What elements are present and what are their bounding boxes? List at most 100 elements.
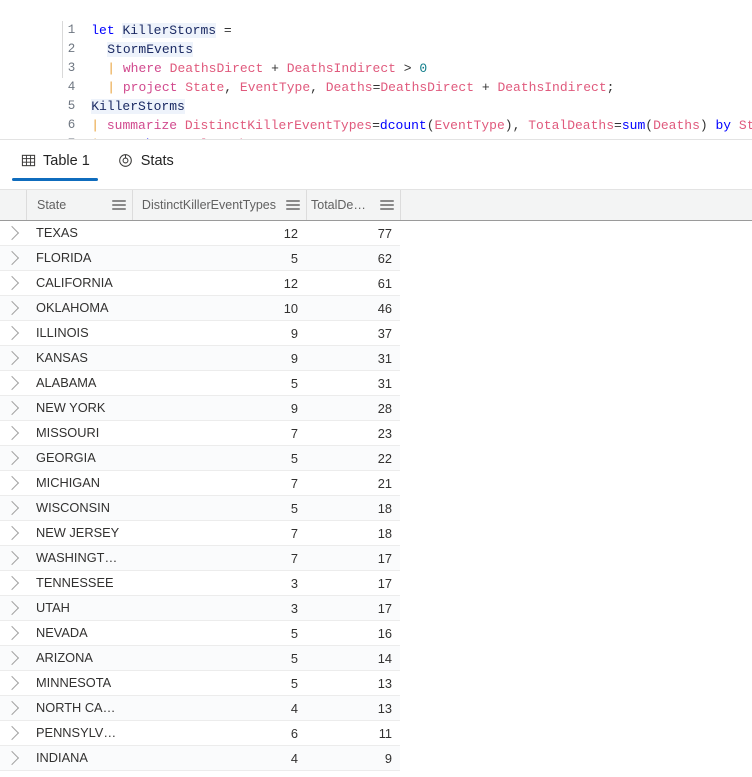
- chevron-right-icon[interactable]: [0, 571, 26, 595]
- chevron-right-icon[interactable]: [0, 546, 26, 570]
- table-row[interactable]: WISCONSIN 5 18: [0, 496, 400, 521]
- cell-state: TEXAS: [36, 225, 78, 240]
- table-row[interactable]: GEORGIA 5 22: [0, 446, 400, 471]
- table-row[interactable]: CALIFORNIA 12 61: [0, 271, 400, 296]
- chevron-right-icon[interactable]: [0, 296, 26, 320]
- cell-totaldeaths: 13: [377, 700, 392, 716]
- table-row[interactable]: MICHIGAN 7 21: [0, 471, 400, 496]
- chevron-right-icon[interactable]: [0, 721, 26, 745]
- donut-chart-icon: [118, 153, 134, 169]
- cell-distinctkillereventtypes: 9: [290, 400, 298, 416]
- query-editor[interactable]: 1 let KillerStorms = 2 StormEvents 3 | wher…: [0, 0, 752, 152]
- results-grid: State DistinctKillerEventTypes TotalDeat…: [0, 190, 752, 771]
- header-expander-spacer: [0, 190, 26, 220]
- table-row[interactable]: NEW JERSEY 7 18: [0, 521, 400, 546]
- table-row[interactable]: TEXAS 12 77: [0, 221, 400, 246]
- cell-state: WISCONSIN: [36, 500, 110, 515]
- table-row[interactable]: NEVADA 5 16: [0, 621, 400, 646]
- tab-table-1[interactable]: Table 1: [12, 140, 98, 181]
- chevron-right-icon[interactable]: [0, 246, 26, 270]
- table-row[interactable]: ALABAMA 5 31: [0, 371, 400, 396]
- chevron-glyph: [4, 300, 19, 316]
- column-header-totaldeaths[interactable]: TotalDeaths: [306, 190, 400, 220]
- cell-distinctkillereventtypes: 10: [283, 300, 298, 316]
- table-row[interactable]: NORTH CA… 4 13: [0, 696, 400, 721]
- cell-distinctkillereventtypes: 7: [290, 525, 298, 541]
- table-row[interactable]: ILLINOIS 9 37: [0, 321, 400, 346]
- cell-state: UTAH: [36, 600, 70, 615]
- cell-totaldeaths: 16: [377, 625, 392, 641]
- code-line-2[interactable]: 2 StormEvents: [0, 21, 752, 57]
- column-menu-icon[interactable]: [112, 198, 126, 212]
- cell-state: MISSOURI: [36, 425, 100, 440]
- column-header-state[interactable]: State: [26, 190, 132, 220]
- table-row[interactable]: UTAH 3 17: [0, 596, 400, 621]
- cell-totaldeaths: 46: [377, 300, 392, 316]
- chevron-right-icon[interactable]: [0, 746, 26, 770]
- results-tab-bar: Table 1 Stats: [0, 139, 752, 190]
- table-row[interactable]: ARIZONA 5 14: [0, 646, 400, 671]
- cell-totaldeaths: 13: [377, 675, 392, 691]
- cell-distinctkillereventtypes: 9: [290, 350, 298, 366]
- column-header-label: State: [37, 198, 67, 212]
- table-row[interactable]: MISSOURI 7 23: [0, 421, 400, 446]
- chevron-right-icon[interactable]: [0, 221, 26, 245]
- table-row[interactable]: INDIANA 4 9: [0, 746, 400, 771]
- cell-distinctkillereventtypes: 4: [290, 750, 298, 766]
- cell-state: NEW JERSEY: [36, 525, 120, 540]
- chevron-right-icon[interactable]: [0, 471, 26, 495]
- column-menu-icon[interactable]: [380, 198, 394, 212]
- tab-active-indicator: [12, 178, 98, 181]
- chevron-right-icon[interactable]: [0, 421, 26, 445]
- cell-totaldeaths: 18: [377, 525, 392, 541]
- column-menu-icon[interactable]: [286, 198, 300, 212]
- table-row[interactable]: FLORIDA 5 62: [0, 246, 400, 271]
- chevron-right-icon[interactable]: [0, 646, 26, 670]
- chevron-glyph: [4, 550, 19, 566]
- cell-distinctkillereventtypes: 9: [290, 325, 298, 341]
- chevron-right-icon[interactable]: [0, 696, 26, 720]
- table-row[interactable]: KANSAS 9 31: [0, 346, 400, 371]
- chevron-glyph: [4, 575, 19, 591]
- table-row[interactable]: NEW YORK 9 28: [0, 396, 400, 421]
- cell-state: MICHIGAN: [36, 475, 100, 490]
- table-row[interactable]: PENNSYLV… 6 11: [0, 721, 400, 746]
- chevron-right-icon[interactable]: [0, 396, 26, 420]
- column-header-distinctkillereventtypes[interactable]: DistinctKillerEventTypes: [132, 190, 306, 220]
- cell-distinctkillereventtypes: 12: [283, 275, 298, 291]
- cell-totaldeaths: 18: [377, 500, 392, 516]
- code-line-1[interactable]: 1 let KillerStorms =: [0, 2, 752, 38]
- chevron-right-icon[interactable]: [0, 271, 26, 295]
- cell-distinctkillereventtypes: 5: [290, 625, 298, 641]
- chevron-right-icon[interactable]: [0, 671, 26, 695]
- table-row[interactable]: WASHINGT… 7 17: [0, 546, 400, 571]
- code-line-4[interactable]: 4 | project State, EventType, Deaths=Deat…: [0, 59, 752, 95]
- table-row[interactable]: MINNESOTA 5 13: [0, 671, 400, 696]
- code-line-5[interactable]: 5 KillerStorms: [0, 78, 752, 114]
- chevron-glyph: [4, 650, 19, 666]
- table-row[interactable]: OKLAHOMA 10 46: [0, 296, 400, 321]
- chevron-right-icon[interactable]: [0, 321, 26, 345]
- code-line-7[interactable]: 7| sort by TotalDeaths: [0, 116, 752, 152]
- chevron-glyph: [4, 750, 19, 766]
- chevron-right-icon[interactable]: [0, 621, 26, 645]
- cell-totaldeaths: 31: [377, 375, 392, 391]
- chevron-glyph: [4, 350, 19, 366]
- chevron-right-icon[interactable]: [0, 596, 26, 620]
- cell-totaldeaths: 17: [377, 575, 392, 591]
- chevron-right-icon[interactable]: [0, 446, 26, 470]
- chevron-glyph: [4, 450, 19, 466]
- cell-state: NEVADA: [36, 625, 88, 640]
- code-line-3[interactable]: 3 | where DeathsDirect + DeathsIndirect >…: [0, 40, 752, 76]
- cell-totaldeaths: 23: [377, 425, 392, 441]
- chevron-right-icon[interactable]: [0, 521, 26, 545]
- chevron-right-icon[interactable]: [0, 371, 26, 395]
- table-row[interactable]: TENNESSEE 3 17: [0, 571, 400, 596]
- cell-totaldeaths: 37: [377, 325, 392, 341]
- chevron-glyph: [4, 725, 19, 741]
- chevron-right-icon[interactable]: [0, 496, 26, 520]
- chevron-right-icon[interactable]: [0, 346, 26, 370]
- chevron-glyph: [4, 525, 19, 541]
- tab-stats[interactable]: Stats: [110, 140, 182, 181]
- code-line-6[interactable]: 6 | summarize DistinctKillerEventTypes=dc…: [0, 97, 752, 133]
